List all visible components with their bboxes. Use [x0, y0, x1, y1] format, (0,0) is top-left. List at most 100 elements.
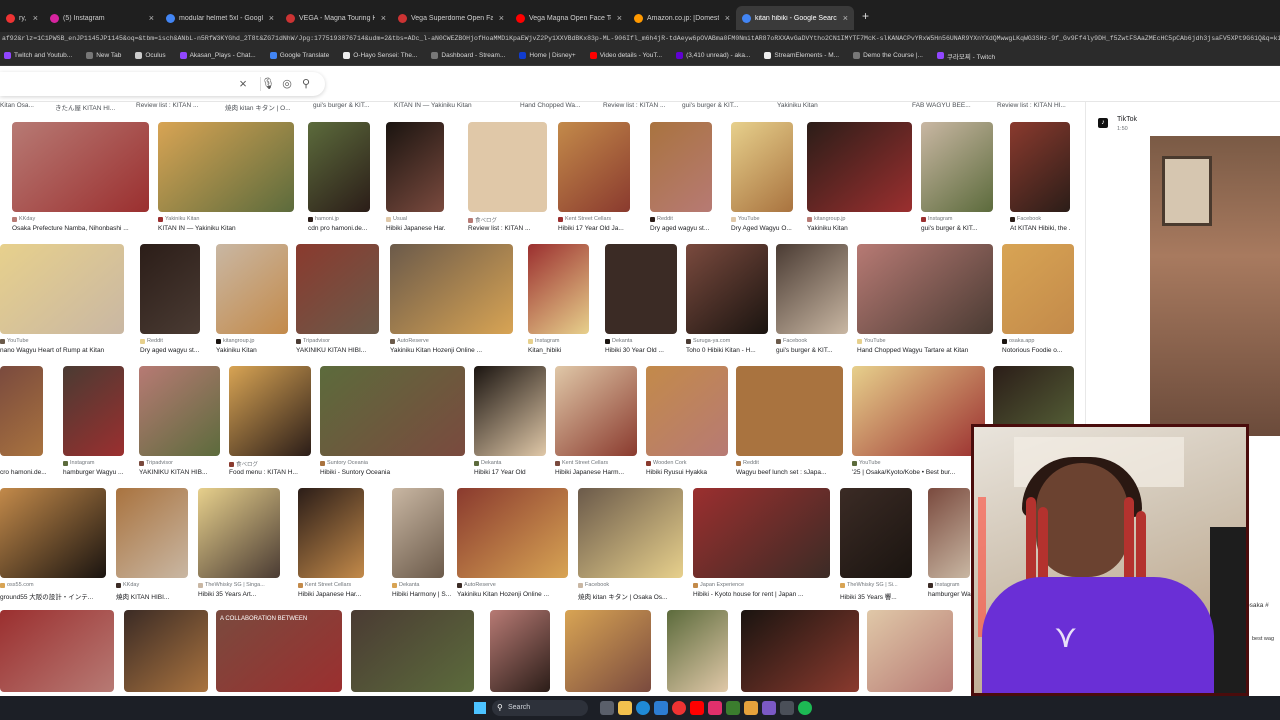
image-result-card[interactable]: Facebook At KITAN Hibiki, the ...	[1010, 122, 1070, 236]
result-caption[interactable]: hamburger Wagyu ...	[63, 469, 124, 476]
image-result-card[interactable]: YouTube Dry Aged Wagyu O...	[731, 122, 793, 236]
result-thumbnail[interactable]	[807, 122, 912, 212]
store-icon[interactable]	[654, 701, 668, 715]
result-thumbnail[interactable]	[0, 366, 43, 456]
image-result-card[interactable]: Tripadvisor YAKINIKU KITAN HIBI...	[296, 244, 379, 358]
image-result-card[interactable]: Suntory Oceania Hibiki - Suntory Oceania	[320, 366, 465, 480]
result-thumbnail[interactable]	[867, 610, 953, 692]
result-thumbnail[interactable]	[468, 122, 547, 212]
result-caption[interactable]: Hibiki 17 Year Old Ja...	[558, 225, 630, 232]
result-caption[interactable]: Wagyu beef lunch set : sJapa...	[736, 469, 843, 476]
tab-close-icon[interactable]: ×	[149, 13, 154, 23]
search-input[interactable]: × 🎙 ◎ ⚲	[0, 72, 325, 96]
result-thumbnail[interactable]	[116, 488, 188, 578]
image-result-card[interactable]: Kent Street Cellars Hibiki Japanese Harm.…	[555, 366, 637, 480]
result-thumbnail[interactable]	[139, 366, 220, 456]
image-result-card[interactable]	[351, 610, 474, 696]
result-caption[interactable]: Kitan_hibiki	[528, 347, 589, 354]
image-result-card[interactable]: KKday Osaka Prefecture Namba, Nihonbashi …	[12, 122, 149, 236]
bookmark-item[interactable]: Oculus	[135, 52, 166, 59]
result-thumbnail[interactable]	[198, 488, 280, 578]
result-thumbnail[interactable]	[605, 244, 677, 334]
result-thumbnail[interactable]	[296, 244, 379, 334]
result-caption[interactable]: 燒肉 KITAN HIBI...	[116, 591, 188, 601]
image-result-card[interactable]: Instagram hamburger Wagyu ...	[63, 366, 124, 480]
result-caption[interactable]: 焼肉 kitan キタン | Osaka Os...	[578, 591, 683, 601]
bookmark-item[interactable]: Dashboard - Stream...	[431, 52, 505, 59]
windows-start-icon[interactable]	[474, 702, 486, 714]
image-result-card[interactable]: Dekanta Hibiki Harmony | S...	[392, 488, 451, 602]
result-caption[interactable]: Review list : KITAN ...	[603, 102, 665, 109]
browser-tab[interactable]: VEGA - Magna Touring Helmet... ×	[280, 6, 392, 30]
image-result-card[interactable]	[741, 610, 859, 696]
result-caption[interactable]: Hibiki Japanese Har...	[386, 225, 446, 232]
tab-close-icon[interactable]: ×	[725, 13, 730, 23]
chrome-icon[interactable]	[672, 701, 686, 715]
result-caption[interactable]: Hibiki 35 Years Art...	[198, 591, 280, 598]
result-thumbnail[interactable]	[731, 122, 793, 212]
bookmark-item[interactable]: Video details - YouT...	[589, 52, 662, 59]
result-caption[interactable]: gui's burger & KIT...	[776, 347, 848, 354]
result-thumbnail[interactable]	[686, 244, 768, 334]
image-result-card[interactable]: AutoReserve Yakiniku Kitan Hozenji Online…	[457, 488, 568, 602]
result-caption[interactable]: Yakiniku Kitan Hozenji Online ...	[457, 591, 568, 598]
image-result-card[interactable]: Kent Street Cellars Hibiki Japanese Har..…	[298, 488, 364, 602]
result-caption[interactable]: Review list : KITAN ...	[468, 225, 547, 232]
result-thumbnail[interactable]	[308, 122, 370, 212]
image-result-card[interactable]	[124, 610, 208, 696]
result-thumbnail[interactable]	[558, 122, 630, 212]
result-thumbnail[interactable]	[124, 610, 208, 692]
lens-icon[interactable]: ◎	[280, 77, 294, 91]
result-thumbnail[interactable]	[928, 488, 970, 578]
preview-image[interactable]	[1150, 136, 1280, 436]
image-result-card[interactable]: Wooden Cork Hibiki Ryusui Hyakka	[646, 366, 728, 480]
bookmark-item[interactable]: New Tab	[86, 52, 121, 59]
preview-source[interactable]: TikTok	[1117, 116, 1137, 123]
image-result-card[interactable]: AutoReserve Yakiniku Kitan Hozenji Online…	[390, 244, 513, 358]
result-thumbnail[interactable]	[565, 610, 651, 692]
bookmark-item[interactable]: Twitch and Youtub...	[4, 52, 72, 59]
image-result-card[interactable]: kitangroup.jp Yakiniku Kitan	[216, 244, 288, 358]
image-result-card[interactable]: oss55.com ground55 大阪の設計・インテ...	[0, 488, 106, 602]
result-caption[interactable]: Hibiki Ryusui Hyakka	[646, 469, 728, 476]
result-caption[interactable]: cro hamoni.de...	[0, 469, 60, 476]
result-caption[interactable]: cdn pro hamoni.de...	[308, 225, 370, 232]
result-thumbnail[interactable]	[390, 244, 513, 334]
result-caption[interactable]: Review list : KITAN HI...	[997, 102, 1066, 109]
result-thumbnail[interactable]	[646, 366, 728, 456]
result-thumbnail[interactable]	[351, 610, 474, 692]
result-thumbnail[interactable]	[741, 610, 859, 692]
image-result-card[interactable]: YouTube nano Wagyu Heart of Rump at Kitan	[0, 244, 124, 358]
tab-close-icon[interactable]: ×	[843, 13, 848, 23]
result-thumbnail[interactable]	[392, 488, 444, 578]
result-thumbnail[interactable]	[921, 122, 993, 212]
image-result-card[interactable]: Tripadvisor YAKINIKU KITAN HIB...	[139, 366, 220, 480]
result-caption[interactable]: Kitan Osa...	[0, 102, 34, 109]
bookmark-item[interactable]: Akasan_Plays - Chat...	[179, 52, 256, 59]
result-caption[interactable]: Hibiki 35 Years 響...	[840, 591, 912, 601]
browser-tab[interactable]: Amazon.co.jp: [Domestic SG/P... ×	[628, 6, 736, 30]
bookmark-item[interactable]: StreamElements - M...	[764, 52, 839, 59]
result-caption[interactable]: Hand Chopped Wagyu Tartare at Kitan	[857, 347, 993, 354]
image-result-card[interactable]: Reddit Dry aged wagyu st...	[650, 122, 712, 236]
taskbar-search[interactable]: ⚲ Search	[492, 700, 588, 716]
browser-tab[interactable]: ry, jam3... ×	[0, 6, 44, 30]
result-thumbnail[interactable]	[852, 366, 985, 456]
image-result-card[interactable]: Dekanta Hibiki 30 Year Old ...	[605, 244, 677, 358]
result-thumbnail[interactable]	[12, 122, 149, 212]
result-caption[interactable]: KITAN IN — Yakiniku Kitan	[158, 225, 294, 232]
browser-tab[interactable]: Vega Superdome Open Face H... ×	[392, 6, 510, 30]
bookmark-item[interactable]: Demo the Course |...	[853, 52, 923, 59]
image-result-card[interactable]: TheWhisky SG | Singa... Hibiki 35 Years A…	[198, 488, 280, 602]
image-result-card[interactable]	[667, 610, 728, 696]
result-caption[interactable]: Osaka Prefecture Namba, Nihonbashi ...	[12, 225, 149, 232]
result-caption[interactable]: YAKINIKU KITAN HIBI...	[296, 347, 379, 354]
result-caption[interactable]: Hibiki Japanese Har...	[298, 591, 364, 598]
result-thumbnail[interactable]	[158, 122, 294, 212]
image-result-card[interactable]: Kent Street Cellars Hibiki 17 Year Old Ja…	[558, 122, 630, 236]
browser-tab[interactable]: Vega Magna Open Face Touring... ×	[510, 6, 628, 30]
result-caption[interactable]: Hibiki - Kyoto house for rent | Japan ..…	[693, 591, 830, 598]
image-result-card[interactable]: KKday 燒肉 KITAN HIBI...	[116, 488, 188, 602]
result-thumbnail[interactable]	[1002, 244, 1074, 334]
image-result-card[interactable]: YouTube '25 | Osaka/Kyoto/Kobe • Best bur…	[852, 366, 985, 480]
